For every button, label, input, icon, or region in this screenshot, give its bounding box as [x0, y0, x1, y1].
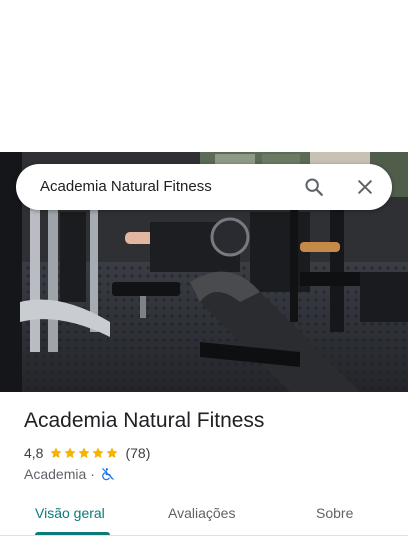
rating-row[interactable]: 4,8 (78): [24, 444, 150, 462]
tabs-divider: [0, 535, 408, 536]
tab-reviews[interactable]: Avaliações: [168, 505, 235, 521]
place-title: Academia Natural Fitness: [24, 409, 265, 432]
not-wheelchair-accessible-icon: [102, 468, 114, 481]
star-icon: [78, 447, 91, 459]
tab-about[interactable]: Sobre: [316, 505, 353, 521]
star-icon: [64, 447, 77, 459]
star-icon: [106, 447, 119, 459]
search-bar[interactable]: Academia Natural Fitness: [16, 164, 392, 210]
place-category: Academia: [24, 466, 87, 482]
close-button[interactable]: [351, 173, 379, 201]
search-icon: [305, 178, 323, 196]
star-icon: [50, 447, 63, 459]
star-icon: [92, 447, 105, 459]
rating-value: 4,8: [24, 445, 44, 461]
tab-bar: Visão geral Avaliações Sobre: [0, 496, 408, 540]
search-button[interactable]: [300, 173, 328, 201]
separator-dot: ·: [90, 466, 95, 482]
category-row: Academia ·: [24, 465, 115, 483]
star-rating: [49, 446, 119, 460]
place-sheet: Academia Natural Fitness Academia Natura…: [0, 0, 408, 544]
review-count: (78): [125, 445, 151, 461]
search-input[interactable]: Academia Natural Fitness: [40, 178, 212, 195]
tab-overview[interactable]: Visão geral: [35, 505, 105, 521]
close-icon: [358, 180, 372, 194]
